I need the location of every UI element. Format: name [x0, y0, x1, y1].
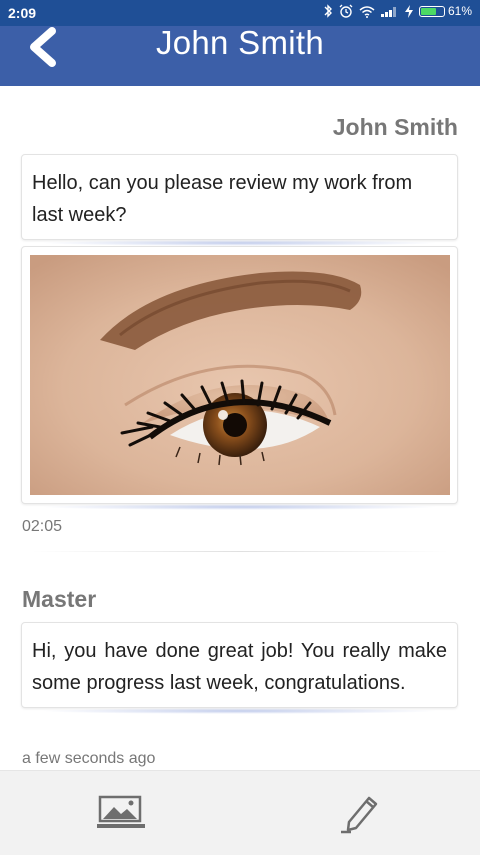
bottom-toolbar [0, 770, 480, 855]
status-bar: 2:09 61% [0, 0, 480, 26]
charging-icon [404, 4, 413, 18]
message-sender-name: John Smith [332, 114, 458, 140]
image-gallery-icon [97, 795, 145, 828]
conversation-thread[interactable]: John Smith Hello, can you please review … [0, 86, 480, 770]
compose-message-button[interactable] [336, 789, 386, 835]
attached-photo[interactable] [30, 255, 450, 495]
wifi-icon [359, 5, 375, 18]
bluetooth-icon [323, 4, 333, 18]
photo-attachment[interactable] [21, 246, 458, 510]
battery-icon: 61% [418, 4, 472, 18]
message-bubble: Hi, you have done great job! You really … [21, 622, 458, 714]
page-title: John Smith [155, 24, 325, 61]
message-divider [30, 551, 450, 552]
message-text: Hi, you have done great job! You really … [32, 640, 447, 694]
message-bubble: Hello, can you please review my work fro… [21, 154, 458, 246]
status-icons: 61% [323, 4, 472, 18]
message-sender-name: Master [22, 586, 97, 612]
eye-photo-illustration [30, 255, 450, 495]
message-text: Hello, can you please review my work fro… [32, 172, 413, 226]
message-timestamp: a few seconds ago [22, 750, 156, 767]
battery-percent: 61% [447, 4, 472, 18]
attach-image-button[interactable] [96, 789, 146, 835]
app-header: John Smith [0, 24, 480, 86]
status-time: 2:09 [8, 5, 37, 21]
signal-icon [380, 5, 399, 17]
message-timestamp: 02:05 [22, 518, 63, 535]
pencil-icon [341, 796, 378, 834]
alarm-icon [339, 4, 353, 18]
